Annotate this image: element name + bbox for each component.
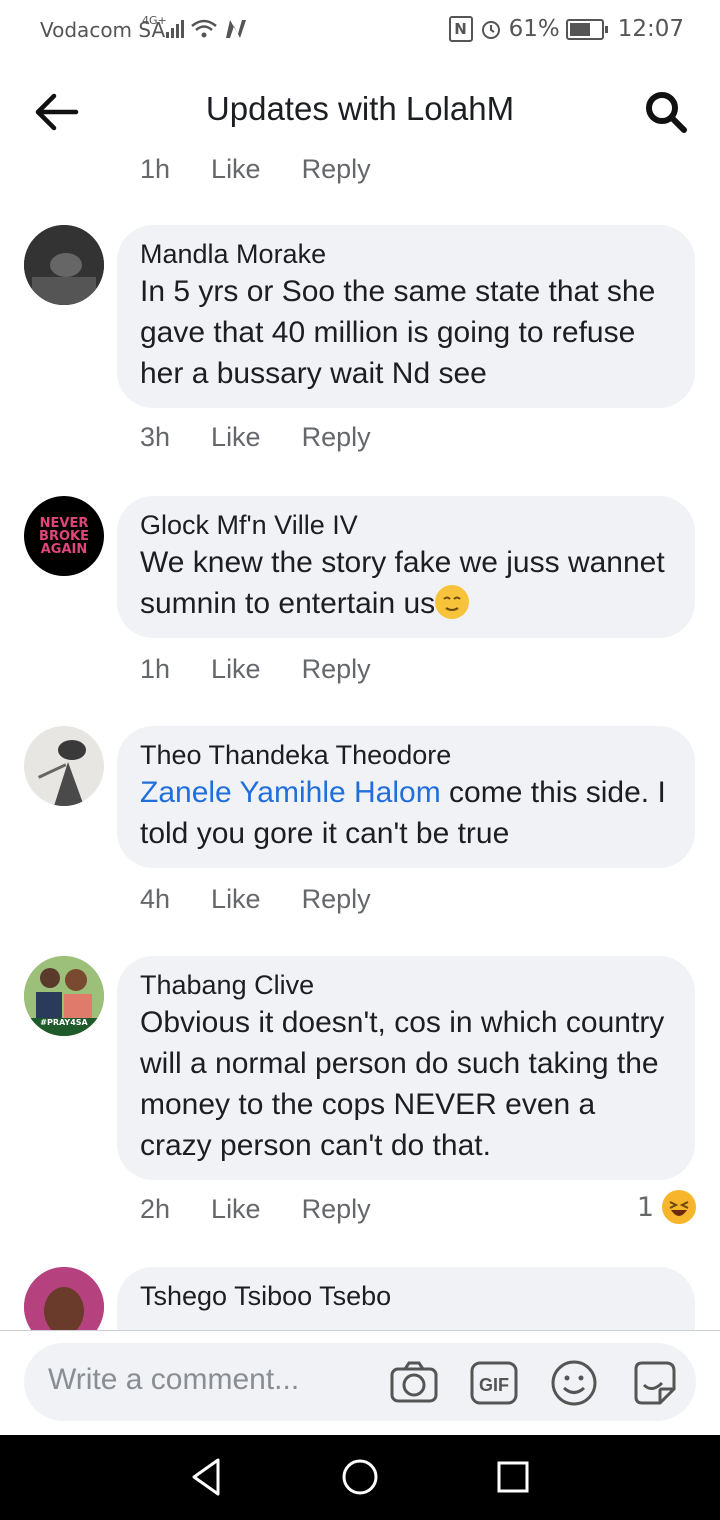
reaction-summary[interactable]: 1 — [637, 1190, 696, 1224]
nav-back-icon[interactable] — [184, 1454, 230, 1500]
nav-recents-icon[interactable] — [490, 1454, 536, 1500]
battery-percent: 61% — [508, 16, 560, 42]
like-link[interactable]: Like — [211, 654, 261, 685]
comment-time: 1h — [140, 654, 171, 684]
comments-feed: 1h Like Reply Mandla Morake In 5 yrs or … — [0, 150, 720, 1330]
reply-link[interactable]: Reply — [302, 654, 371, 685]
avatar-text: NEVER BROKE AGAIN — [39, 515, 89, 557]
commenter-name[interactable]: Tshego Tsiboo Tsebo — [140, 1279, 671, 1313]
like-link[interactable]: Like — [211, 884, 261, 915]
system-navigation-bar — [0, 1434, 720, 1520]
commenter-name[interactable]: Glock Mf'n Ville IV — [140, 508, 671, 542]
network-type: 4G+ — [142, 14, 167, 27]
reply-link[interactable]: Reply — [302, 1194, 371, 1225]
comment-meta-row: 4h Like Reply — [140, 884, 412, 915]
comment-meta-row: 1h Like Reply — [140, 154, 412, 185]
avatar[interactable]: #PRAY4SA — [24, 956, 104, 1036]
like-link[interactable]: Like — [211, 154, 261, 185]
comment-meta-row: 2h Like Reply — [140, 1194, 412, 1225]
like-link[interactable]: Like — [211, 1194, 261, 1225]
like-link[interactable]: Like — [211, 422, 261, 453]
status-bar: Vodacom SA 4G+ N 61% 12:07 — [0, 0, 720, 60]
comment-bubble: Theo Thandeka Theodore Zanele Yamihle Ha… — [117, 726, 695, 868]
comment-bubble: Mandla Morake In 5 yrs or Soo the same s… — [117, 225, 695, 408]
comment-time: 3h — [140, 422, 171, 452]
laughing-emoji-icon — [662, 1190, 696, 1224]
alarm-icon — [481, 21, 500, 39]
comment-text: We knew the story fake we juss wannet su… — [140, 546, 665, 620]
search-icon[interactable] — [644, 90, 688, 134]
nfc-icon: N — [448, 16, 473, 42]
gif-icon[interactable]: GIF — [470, 1359, 518, 1407]
avatar[interactable] — [24, 225, 104, 305]
comment-bubble: Glock Mf'n Ville IV We knew the story fa… — [117, 496, 695, 638]
avatar[interactable] — [24, 1267, 104, 1330]
emoji-picker-icon[interactable] — [550, 1359, 598, 1407]
comment-time: 2h — [140, 1194, 171, 1224]
comment-meta-row: 3h Like Reply — [140, 422, 412, 453]
comment-text: In 5 yrs or Soo the same state that she … — [140, 275, 656, 390]
comment-input[interactable]: Write a comment... GIF — [24, 1343, 696, 1421]
commenter-name[interactable]: Theo Thandeka Theodore — [140, 738, 671, 772]
signal-icons: 4G+ — [142, 14, 264, 46]
comment-time: 4h — [140, 884, 171, 914]
comment-placeholder: Write a comment... — [48, 1363, 300, 1396]
nav-home-icon[interactable] — [337, 1454, 383, 1500]
sticker-icon[interactable] — [630, 1359, 678, 1407]
page-title: Updates with LolahM — [205, 90, 515, 127]
relieved-emoji-icon — [435, 585, 470, 619]
reply-link[interactable]: Reply — [302, 154, 371, 185]
avatar[interactable] — [24, 726, 104, 806]
commenter-name[interactable]: Mandla Morake — [140, 237, 671, 271]
avatar[interactable]: NEVER BROKE AGAIN — [24, 496, 104, 576]
avatar-text: #PRAY4SA — [40, 1018, 88, 1027]
svg-text:GIF: GIF — [479, 1375, 509, 1395]
clock: 12:07 — [617, 16, 684, 42]
comment-bubble: Thabang Clive Obvious it doesn't, cos in… — [117, 956, 695, 1180]
app-header: Updates with LolahM — [0, 70, 720, 154]
signal-wifi-icon — [166, 19, 246, 38]
reply-link[interactable]: Reply — [302, 884, 371, 915]
commenter-name[interactable]: Thabang Clive — [140, 968, 671, 1002]
comment-meta-row: 1h Like Reply — [140, 654, 412, 685]
camera-icon[interactable] — [390, 1359, 438, 1407]
battery-icon — [565, 18, 608, 40]
reply-link[interactable]: Reply — [302, 422, 371, 453]
comment-bubble: Tshego Tsiboo Tsebo — [117, 1267, 695, 1330]
comment-time: 1h — [140, 154, 171, 184]
comment-composer: Write a comment... GIF — [0, 1330, 720, 1435]
reaction-count: 1 — [636, 1191, 654, 1223]
mentioned-user-link[interactable]: Zanele Yamihle Halom — [140, 776, 441, 809]
comment-text: Obvious it doesn't, cos in which country… — [140, 1006, 665, 1162]
